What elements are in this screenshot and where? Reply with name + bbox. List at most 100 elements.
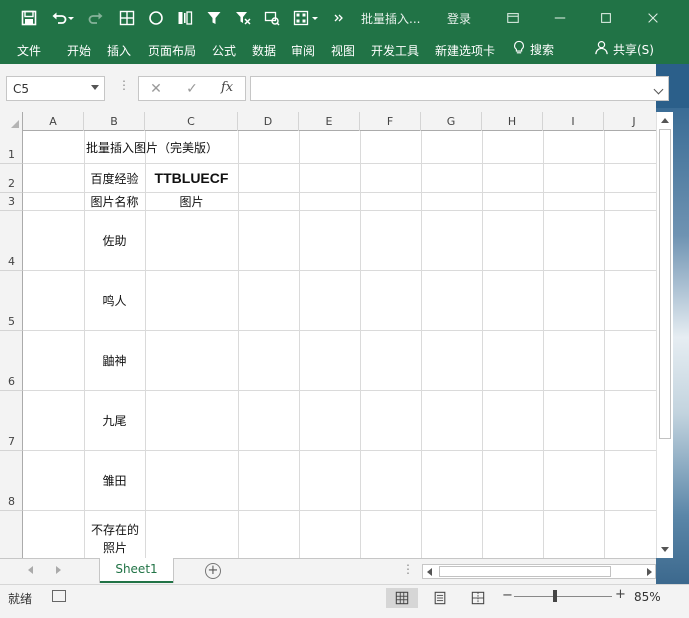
filter-icon[interactable] — [204, 8, 224, 28]
cell-b4[interactable]: 佐助 — [84, 211, 145, 270]
insert-function-icon[interactable]: fx — [221, 80, 233, 95]
cell-b9[interactable]: 不存在的照片 — [88, 517, 142, 558]
minimize-icon[interactable] — [550, 8, 570, 28]
prev-sheet-icon[interactable] — [28, 566, 33, 574]
camera-icon[interactable] — [262, 8, 282, 28]
ribbon-display-options-icon[interactable] — [503, 8, 523, 28]
window-title: 批量插入... — [361, 12, 421, 26]
page-break-view-button[interactable] — [462, 588, 494, 608]
status-ready: 就绪 — [8, 592, 33, 606]
row-header-7[interactable]: 7 — [0, 391, 23, 451]
add-sheet-icon[interactable]: + — [205, 563, 221, 579]
column-header-c[interactable]: C — [145, 112, 238, 131]
row-header-5[interactable]: 5 — [0, 271, 23, 331]
column-header-a[interactable]: A — [23, 112, 84, 131]
clear-filter-icon[interactable] — [233, 8, 253, 28]
grid-line — [299, 131, 300, 558]
formula-input[interactable] — [250, 76, 669, 101]
enter-icon[interactable]: ✓ — [181, 80, 203, 98]
scroll-right-icon[interactable] — [647, 568, 652, 576]
tab-new-tab[interactable]: 新建选项卡 — [435, 42, 495, 59]
zoom-slider[interactable] — [514, 596, 612, 597]
horizontal-scroll-thumb[interactable] — [439, 566, 611, 577]
cell-b7[interactable]: 九尾 — [84, 391, 145, 450]
scroll-left-icon[interactable] — [427, 568, 432, 576]
macro-record-icon[interactable] — [52, 590, 66, 602]
spreadsheet-grid[interactable]: A B C D E F G H I J 1 2 3 4 5 6 7 8 批量插入… — [0, 112, 656, 558]
tab-insert[interactable]: 插入 — [107, 42, 131, 59]
redo-icon[interactable] — [86, 8, 106, 28]
cancel-icon[interactable]: ✕ — [145, 80, 167, 98]
share-button[interactable]: 共享(S) — [594, 40, 654, 58]
undo-dropdown-icon[interactable] — [66, 8, 76, 28]
column-header-f[interactable]: F — [360, 112, 421, 131]
row-header-2[interactable]: 2 — [0, 164, 23, 193]
scroll-down-icon[interactable] — [661, 547, 669, 552]
chevron-down-icon[interactable] — [91, 85, 99, 90]
select-all-corner[interactable] — [0, 112, 23, 131]
borders-icon[interactable] — [117, 8, 137, 28]
zoom-level[interactable]: 85% — [634, 590, 661, 604]
row-header-4[interactable]: 4 — [0, 211, 23, 271]
circle-shape-icon[interactable] — [146, 8, 166, 28]
column-header-h[interactable]: H — [482, 112, 543, 131]
more-commands-icon[interactable] — [328, 8, 348, 28]
vertical-scroll-thumb[interactable] — [659, 129, 671, 439]
insert-column-icon[interactable] — [175, 8, 195, 28]
tab-file[interactable]: 文件 — [17, 42, 41, 59]
maximize-icon[interactable] — [596, 8, 616, 28]
column-header-e[interactable]: E — [299, 112, 360, 131]
cell-b6[interactable]: 鼬神 — [84, 331, 145, 390]
tab-review[interactable]: 审阅 — [291, 42, 315, 59]
tab-formulas[interactable]: 公式 — [212, 42, 236, 59]
name-box[interactable]: C5 — [6, 76, 105, 101]
row-header-9[interactable] — [0, 511, 23, 558]
row-header-1[interactable]: 1 — [0, 131, 23, 164]
zoom-slider-thumb[interactable] — [553, 590, 557, 602]
formula-bar: C5 ⋮ ✕ ✓ fx — [0, 64, 669, 112]
expand-formula-icon[interactable] — [653, 84, 664, 95]
tab-developer[interactable]: 开发工具 — [371, 42, 419, 59]
row-header-3[interactable]: 3 — [0, 193, 23, 211]
search-box[interactable]: 搜索 — [512, 40, 554, 59]
zoom-out-icon[interactable]: − — [502, 588, 513, 603]
cell-c3[interactable]: 图片 — [145, 193, 238, 210]
close-icon[interactable] — [643, 8, 663, 28]
tab-page-layout[interactable]: 页面布局 — [148, 42, 196, 59]
lightbulb-icon — [512, 40, 526, 59]
cell-b5[interactable]: 鸣人 — [84, 271, 145, 330]
normal-view-button[interactable] — [386, 588, 418, 608]
zoom-in-icon[interactable]: + — [615, 587, 626, 602]
column-header-d[interactable]: D — [238, 112, 299, 131]
cell-c2[interactable]: TTBLUECF — [145, 164, 238, 192]
horizontal-scrollbar[interactable] — [422, 564, 656, 579]
cell-b8[interactable]: 雏田 — [84, 451, 145, 510]
vertical-scrollbar[interactable] — [656, 112, 673, 558]
next-sheet-icon[interactable] — [56, 566, 61, 574]
save-icon[interactable] — [19, 8, 39, 28]
column-header-g[interactable]: G — [421, 112, 482, 131]
sheet-tab-bar: Sheet1 + ⋮ — [0, 558, 656, 584]
tab-view[interactable]: 视图 — [331, 42, 355, 59]
scroll-up-icon[interactable] — [661, 118, 669, 123]
row-header-8[interactable]: 8 — [0, 451, 23, 511]
grid-line — [421, 131, 422, 558]
name-box-value: C5 — [13, 82, 30, 96]
login-link[interactable]: 登录 — [447, 10, 471, 27]
page-layout-view-button[interactable] — [424, 588, 456, 608]
column-header-b[interactable]: B — [84, 112, 145, 131]
cell-b2[interactable]: 百度经验 — [84, 164, 145, 192]
table-format-dropdown-icon[interactable] — [310, 8, 320, 28]
sheet-tab-sheet1[interactable]: Sheet1 — [100, 558, 173, 583]
column-header-j[interactable]: J — [604, 112, 656, 131]
grid-line — [23, 510, 656, 511]
split-handle-icon[interactable]: ⋮ — [402, 562, 414, 576]
tab-home[interactable]: 开始 — [67, 42, 91, 59]
grid-line — [543, 131, 544, 558]
row-header-6[interactable]: 6 — [0, 331, 23, 391]
column-header-i[interactable]: I — [543, 112, 604, 131]
table-format-icon[interactable] — [291, 8, 311, 28]
cell-b1-title[interactable]: 批量插入图片（完美版） — [84, 131, 298, 163]
cell-b3[interactable]: 图片名称 — [84, 193, 145, 210]
tab-data[interactable]: 数据 — [252, 42, 276, 59]
